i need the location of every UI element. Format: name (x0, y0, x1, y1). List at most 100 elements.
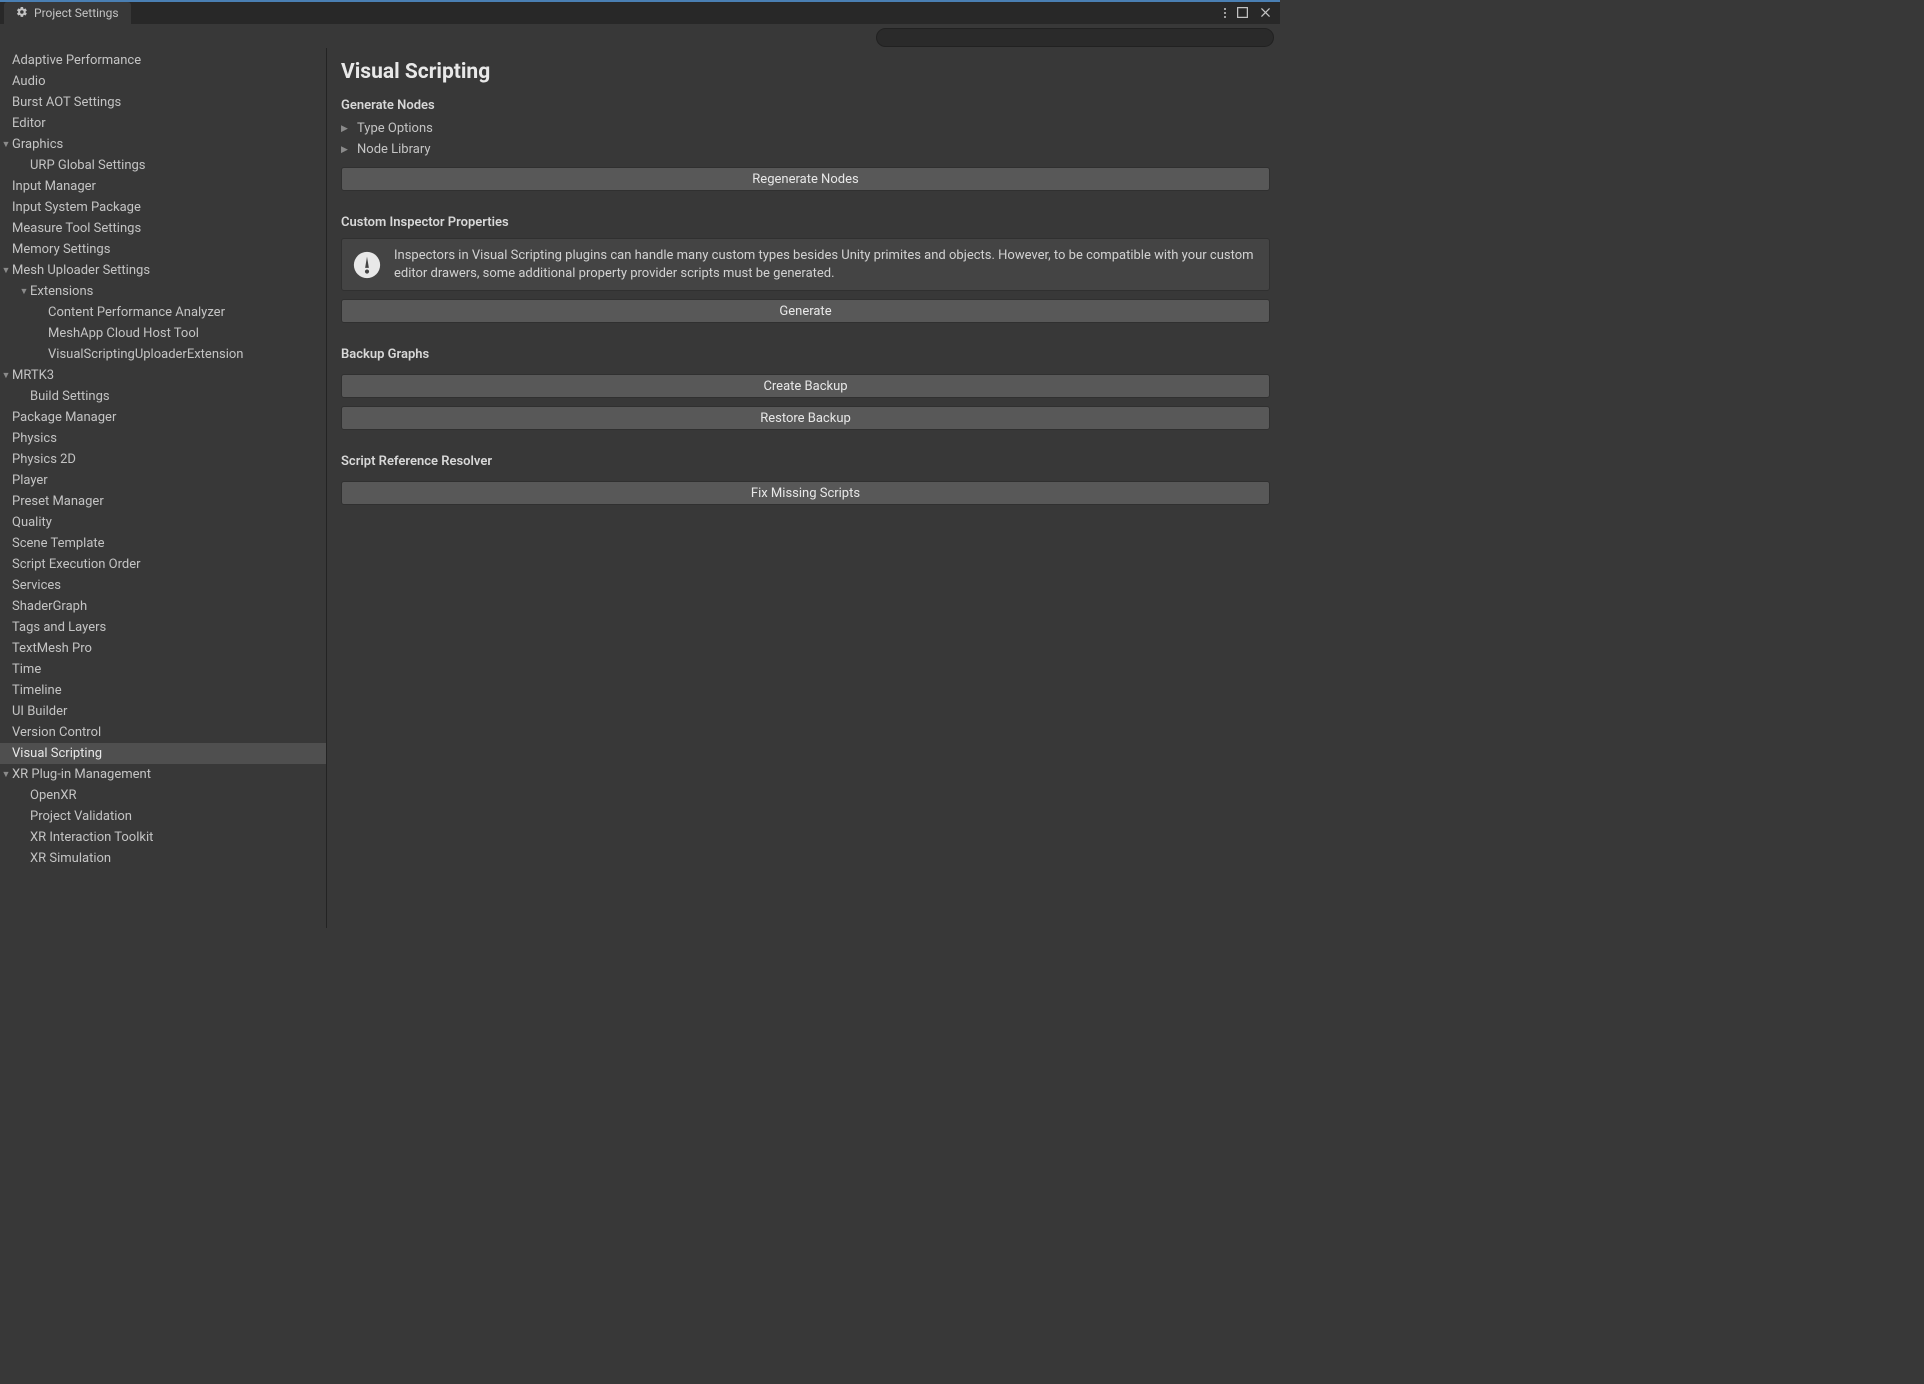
sidebar-item-label: Script Execution Order (12, 557, 141, 572)
chevron-down-icon: ▼ (18, 286, 30, 297)
chevron-down-icon: ▼ (0, 769, 12, 780)
generate-button[interactable]: Generate (341, 299, 1270, 323)
sidebar-item-label: Services (12, 578, 61, 593)
section-generate-nodes: Generate Nodes (341, 98, 1270, 113)
sidebar-item-label: XR Plug-in Management (12, 767, 151, 782)
sidebar-item[interactable]: Memory Settings (0, 239, 326, 260)
chevron-down-icon: ▼ (0, 265, 12, 276)
sidebar-item[interactable]: Version Control (0, 722, 326, 743)
sidebar-item[interactable]: ▼Extensions (0, 281, 326, 302)
sidebar-item[interactable]: Content Performance Analyzer (0, 302, 326, 323)
gear-icon (16, 6, 28, 21)
sidebar-item[interactable]: Services (0, 575, 326, 596)
settings-content: Visual Scripting Generate Nodes ▶ Type O… (327, 48, 1280, 928)
sidebar-item[interactable]: Editor (0, 113, 326, 134)
sidebar-item[interactable]: Quality (0, 512, 326, 533)
sidebar-item[interactable]: Script Execution Order (0, 554, 326, 575)
create-backup-button[interactable]: Create Backup (341, 374, 1270, 398)
sidebar-item[interactable]: Measure Tool Settings (0, 218, 326, 239)
sidebar-item[interactable]: ▼XR Plug-in Management (0, 764, 326, 785)
sidebar-item-label: XR Simulation (30, 851, 111, 866)
chevron-right-icon: ▶ (341, 124, 351, 134)
sidebar-item[interactable]: VisualScriptingUploaderExtension (0, 344, 326, 365)
sidebar-item[interactable]: Input Manager (0, 176, 326, 197)
sidebar-item[interactable]: Timeline (0, 680, 326, 701)
sidebar-item-label: Editor (12, 116, 46, 131)
foldout-label: Node Library (357, 142, 431, 157)
sidebar-item[interactable]: Package Manager (0, 407, 326, 428)
sidebar-item[interactable]: Visual Scripting (0, 743, 326, 764)
sidebar-item-label: XR Interaction Toolkit (30, 830, 153, 845)
kebab-menu-icon[interactable] (1224, 8, 1226, 18)
sidebar-item-label: Time (12, 662, 41, 677)
sidebar-item-label: Input Manager (12, 179, 96, 194)
sidebar-item-label: Tags and Layers (12, 620, 106, 635)
sidebar-item-label: ShaderGraph (12, 599, 87, 614)
sidebar-item[interactable]: ▼MRTK3 (0, 365, 326, 386)
sidebar-item-label: URP Global Settings (30, 158, 146, 173)
sidebar-item[interactable]: Tags and Layers (0, 617, 326, 638)
sidebar-item-label: MRTK3 (12, 368, 54, 383)
sidebar-item-label: Project Validation (30, 809, 132, 824)
sidebar-item[interactable]: Physics 2D (0, 449, 326, 470)
chevron-down-icon: ▼ (0, 370, 12, 381)
tab-label: Project Settings (34, 6, 119, 20)
sidebar-item[interactable]: ▼Mesh Uploader Settings (0, 260, 326, 281)
sidebar-item-label: Memory Settings (12, 242, 110, 257)
sidebar-item[interactable]: Burst AOT Settings (0, 92, 326, 113)
exclamation-icon (352, 250, 382, 280)
sidebar-item[interactable]: XR Interaction Toolkit (0, 827, 326, 848)
sidebar-item[interactable]: XR Simulation (0, 848, 326, 869)
sidebar-item[interactable]: Build Settings (0, 386, 326, 407)
maximize-icon[interactable] (1236, 4, 1249, 23)
section-custom-inspector: Custom Inspector Properties (341, 215, 1270, 230)
restore-backup-button[interactable]: Restore Backup (341, 406, 1270, 430)
sidebar-item[interactable]: Time (0, 659, 326, 680)
close-icon[interactable] (1259, 4, 1272, 23)
sidebar-item-label: Package Manager (12, 410, 116, 425)
sidebar-item[interactable]: Input System Package (0, 197, 326, 218)
fix-missing-scripts-button[interactable]: Fix Missing Scripts (341, 481, 1270, 505)
sidebar-item[interactable]: Physics (0, 428, 326, 449)
sidebar-item[interactable]: Scene Template (0, 533, 326, 554)
foldout-type-options[interactable]: ▶ Type Options (341, 121, 1270, 136)
sidebar-item-label: Adaptive Performance (12, 53, 141, 68)
sidebar-item-label: Quality (12, 515, 52, 530)
sidebar-item-label: Version Control (12, 725, 101, 740)
sidebar-item[interactable]: MeshApp Cloud Host Tool (0, 323, 326, 344)
sidebar-item-label: Visual Scripting (12, 746, 102, 761)
sidebar-item[interactable]: ▼Graphics (0, 134, 326, 155)
sidebar-item-label: Content Performance Analyzer (48, 305, 225, 320)
sidebar-item[interactable]: OpenXR (0, 785, 326, 806)
sidebar-item-label: Build Settings (30, 389, 110, 404)
sidebar-item[interactable]: Audio (0, 71, 326, 92)
sidebar-item-label: Physics (12, 431, 57, 446)
section-backup: Backup Graphs (341, 347, 1270, 362)
sidebar-item[interactable]: Project Validation (0, 806, 326, 827)
sidebar-item-label: VisualScriptingUploaderExtension (48, 347, 243, 362)
sidebar-item[interactable]: ShaderGraph (0, 596, 326, 617)
foldout-node-library[interactable]: ▶ Node Library (341, 142, 1270, 157)
sidebar-item-label: UI Builder (12, 704, 67, 719)
sidebar-item[interactable]: TextMesh Pro (0, 638, 326, 659)
project-settings-window: Project Settings Adaptive Performance Aud… (0, 0, 1280, 928)
sidebar-item[interactable]: Preset Manager (0, 491, 326, 512)
sidebar-item-label: Player (12, 473, 48, 488)
sidebar-item-label: Scene Template (12, 536, 105, 551)
sidebar-item[interactable]: Player (0, 470, 326, 491)
tab-project-settings[interactable]: Project Settings (4, 2, 131, 24)
sidebar-item[interactable]: URP Global Settings (0, 155, 326, 176)
page-title: Visual Scripting (341, 60, 1270, 84)
info-text: Inspectors in Visual Scripting plugins c… (394, 247, 1259, 282)
sidebar-item-label: Extensions (30, 284, 93, 299)
sidebar-item[interactable]: Adaptive Performance (0, 50, 326, 71)
sidebar-item-label: Preset Manager (12, 494, 104, 509)
sidebar-item-label: Measure Tool Settings (12, 221, 141, 236)
sidebar-item-label: Timeline (12, 683, 62, 698)
sidebar-item-label: TextMesh Pro (12, 641, 92, 656)
search-input[interactable] (876, 28, 1274, 47)
sidebar-item[interactable]: UI Builder (0, 701, 326, 722)
info-box: Inspectors in Visual Scripting plugins c… (341, 238, 1270, 291)
regenerate-nodes-button[interactable]: Regenerate Nodes (341, 167, 1270, 191)
titlebar: Project Settings (0, 0, 1280, 24)
